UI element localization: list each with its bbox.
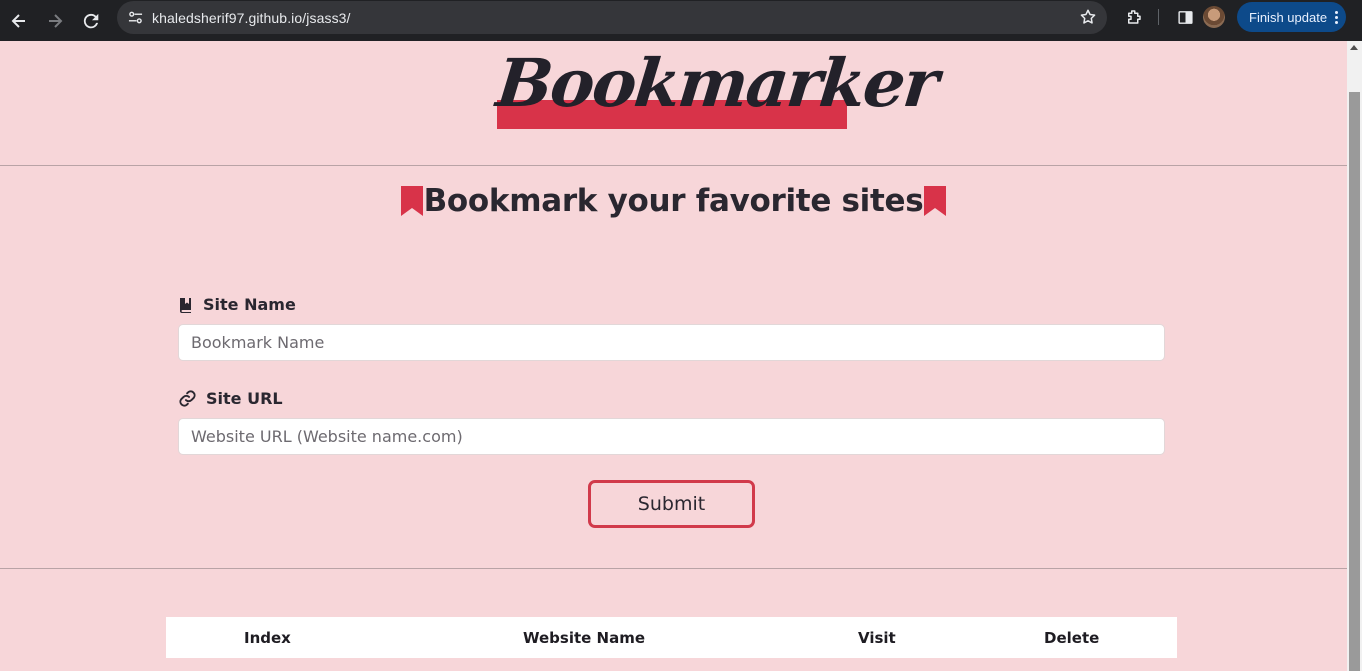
table-header-website-name: Website Name — [523, 629, 646, 647]
table-header-delete: Delete — [1044, 629, 1100, 647]
toolbar-divider — [1158, 9, 1159, 25]
site-name-input[interactable] — [178, 324, 1165, 361]
top-divider — [0, 165, 1347, 166]
link-icon — [179, 390, 196, 407]
page-title: Bookmark your favorite sites — [423, 183, 924, 219]
reload-icon[interactable] — [73, 4, 109, 38]
table-header-index: Index — [244, 629, 291, 647]
page-content: Bookmarker Bookmark your favorite sites … — [0, 41, 1347, 671]
table-header-visit: Visit — [858, 629, 896, 647]
logo-text: Bookmarker — [492, 44, 941, 122]
site-info-icon[interactable] — [118, 1, 152, 34]
menu-icon[interactable] — [1335, 10, 1339, 24]
logo: Bookmarker — [493, 44, 941, 129]
bookmark-icon — [924, 186, 947, 216]
url-text[interactable]: khaledsherif97.github.io/jsass3/ — [152, 10, 351, 26]
bookmark-icon — [400, 186, 423, 216]
page-scrollbar[interactable] — [1347, 41, 1362, 671]
bookmarks-table: Index Website Name Visit Delete — [166, 617, 1177, 658]
scroll-up-arrow-icon[interactable] — [1350, 45, 1358, 50]
submit-button[interactable]: Submit — [588, 480, 755, 528]
page-heading: Bookmark your favorite sites — [0, 183, 1347, 219]
back-icon[interactable] — [1, 4, 37, 38]
side-panel-icon[interactable] — [1173, 0, 1197, 34]
browser-toolbar: khaledsherif97.github.io/jsass3/ Finish … — [0, 0, 1362, 41]
star-icon[interactable] — [1079, 8, 1097, 31]
profile-avatar[interactable] — [1203, 6, 1225, 28]
site-url-label: Site URL — [178, 389, 283, 408]
finish-update-button[interactable]: Finish update — [1237, 2, 1347, 32]
bottom-divider — [0, 568, 1347, 569]
site-url-label-text: Site URL — [206, 389, 283, 408]
scroll-thumb[interactable] — [1349, 92, 1360, 671]
site-name-label-text: Site Name — [203, 295, 296, 314]
site-url-input[interactable] — [178, 418, 1165, 455]
forward-icon[interactable] — [37, 4, 73, 38]
extensions-icon[interactable] — [1118, 0, 1150, 34]
finish-update-label: Finish update — [1249, 9, 1328, 25]
book-icon — [180, 297, 191, 313]
address-bar[interactable]: khaledsherif97.github.io/jsass3/ — [117, 1, 1107, 34]
site-name-label: Site Name — [178, 295, 296, 314]
